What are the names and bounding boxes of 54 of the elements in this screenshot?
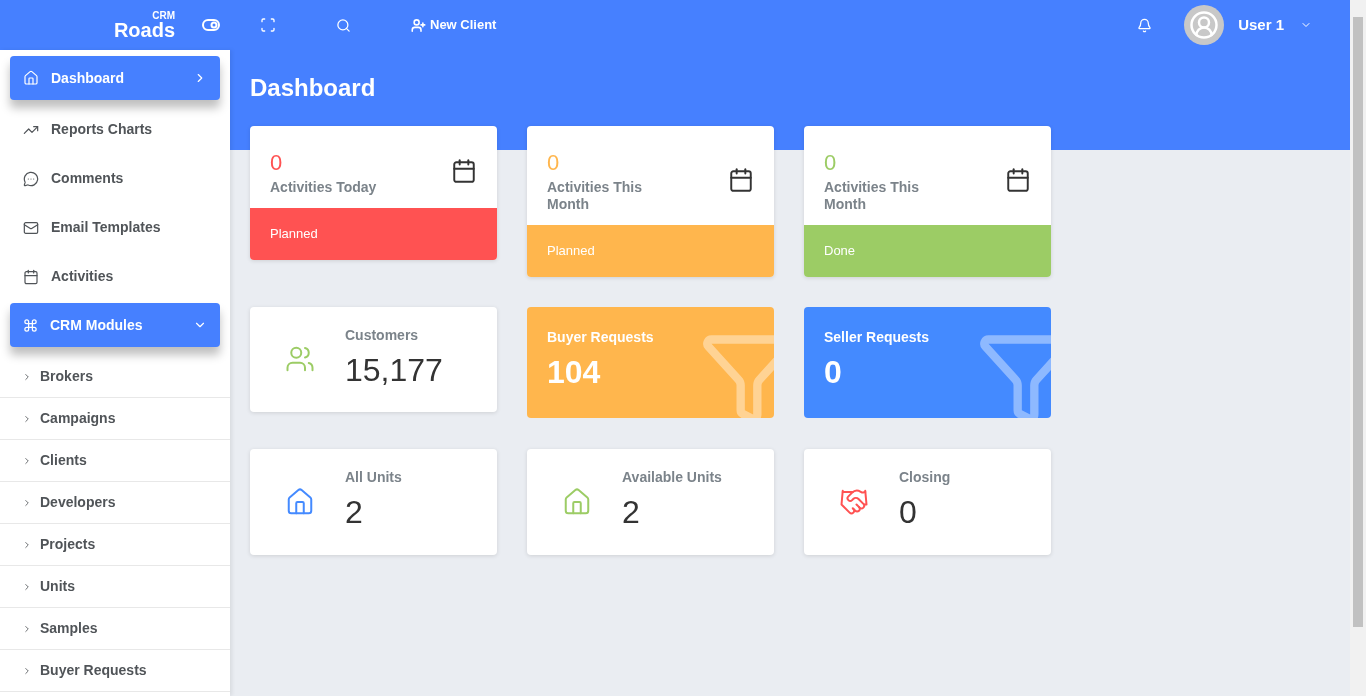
- command-icon: [23, 317, 38, 333]
- card-value: 0: [824, 352, 843, 392]
- card-value: 2: [345, 493, 364, 532]
- chevron-right-icon: [22, 623, 32, 634]
- card-label: Buyer Requests: [547, 327, 655, 347]
- avatar[interactable]: [1184, 5, 1225, 45]
- card-value: 15,177: [345, 350, 443, 390]
- sidebar-item[interactable]: Dashboard: [10, 56, 220, 100]
- calendar-icon: [451, 158, 477, 184]
- logo[interactable]: CRM Roads: [113, 10, 175, 40]
- sidebar-group-header[interactable]: CRM Modules: [10, 303, 220, 347]
- sidebar-item[interactable]: Email Templates: [10, 203, 220, 252]
- card-label: All Units: [345, 468, 402, 487]
- sidebar-item[interactable]: Reports Charts: [10, 105, 220, 154]
- chevron-right-icon: [22, 497, 32, 508]
- card-label: Available Units: [622, 468, 722, 487]
- calendar-icon: [728, 166, 754, 193]
- activity-count: 0: [824, 149, 838, 177]
- chevron-right-icon: [22, 371, 32, 382]
- activity-label: Activities This Month: [547, 179, 643, 213]
- calendar-icon: [1005, 166, 1031, 193]
- envelope-icon: [23, 219, 39, 236]
- notification-icon[interactable]: [1137, 17, 1153, 33]
- search-icon[interactable]: [336, 17, 351, 33]
- card-label: Customers: [345, 325, 420, 345]
- toggle-icon[interactable]: [202, 19, 220, 31]
- fullscreen-icon[interactable]: [260, 17, 276, 33]
- page-title: Dashboard: [250, 73, 377, 103]
- chevron-right-icon: [22, 665, 32, 676]
- card-footer: Planned: [527, 225, 774, 277]
- chevron-right-icon: [22, 539, 32, 550]
- sidebar-item[interactable]: Comments: [10, 154, 220, 203]
- calendar-icon: [23, 268, 39, 285]
- card-label: Seller Requests: [824, 327, 931, 347]
- activity-count: 0: [547, 149, 561, 177]
- chevron-right-icon: [22, 455, 32, 466]
- chevron-right-icon: [22, 581, 32, 592]
- scrollbar[interactable]: [1350, 0, 1366, 696]
- card-footer: Done: [804, 225, 1051, 277]
- new-client-button[interactable]: New Client: [411, 15, 497, 35]
- activity-label: Activities This Month: [824, 179, 920, 213]
- house-icon: [23, 70, 39, 86]
- sidebar-item[interactable]: Activities: [10, 252, 220, 301]
- activity-label: Activities Today: [270, 179, 377, 196]
- card-value: 2: [622, 493, 641, 532]
- card-label: Closing: [899, 468, 951, 487]
- activity-count: 0: [270, 149, 284, 177]
- add-user-icon: [411, 17, 426, 33]
- card-value: 0: [899, 493, 918, 532]
- card-value: 104: [547, 352, 602, 392]
- card-footer: Planned: [250, 208, 497, 260]
- user-menu[interactable]: User 1: [1238, 13, 1312, 37]
- chevron-right-icon: [22, 413, 32, 424]
- speech-bubble-icon: [23, 170, 39, 187]
